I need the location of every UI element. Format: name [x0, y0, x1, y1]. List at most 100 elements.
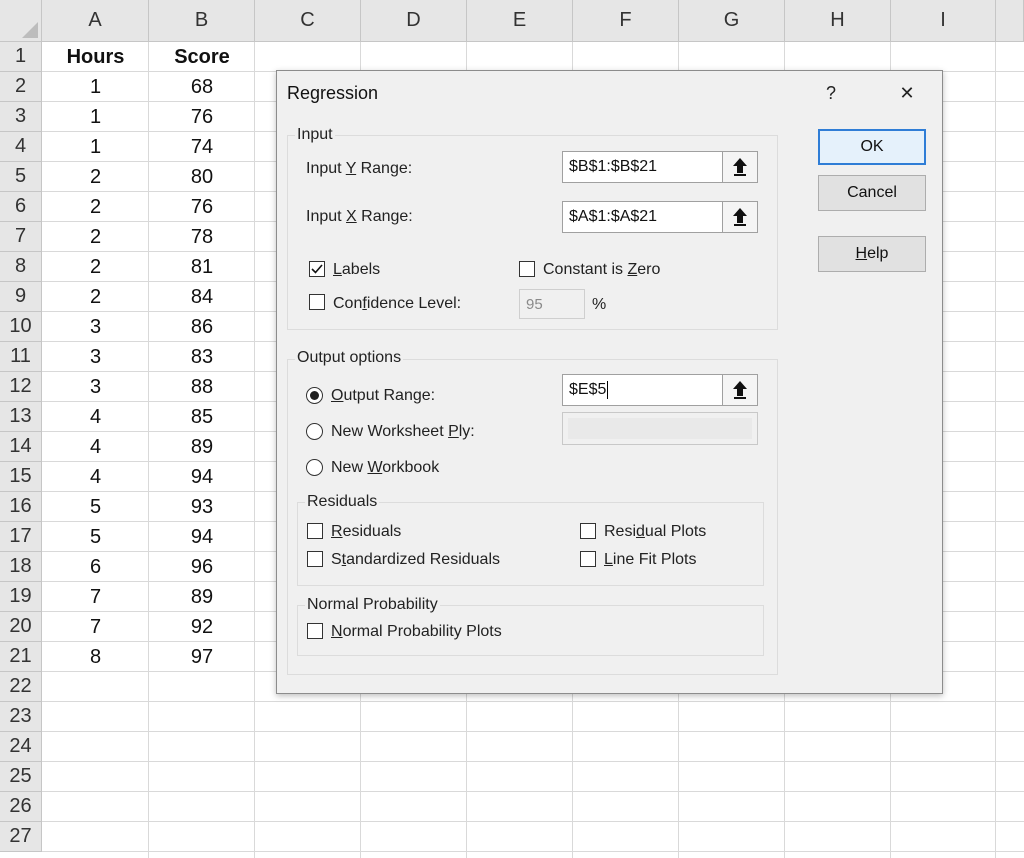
cell-b14[interactable]: 89	[149, 432, 255, 462]
collapse-arrow-icon[interactable]	[722, 202, 757, 232]
residuals-checkbox[interactable]	[307, 523, 323, 539]
row-header-26[interactable]: 26	[0, 792, 42, 822]
cell-b18[interactable]: 96	[149, 552, 255, 582]
column-header-d[interactable]: D	[361, 0, 467, 42]
cell-b10[interactable]: 86	[149, 312, 255, 342]
cell-a14[interactable]: 4	[42, 432, 149, 462]
column-header-g[interactable]: G	[679, 0, 785, 42]
cell-b13[interactable]: 85	[149, 402, 255, 432]
constant-zero-checkbox[interactable]	[519, 261, 535, 277]
cell-b15[interactable]: 94	[149, 462, 255, 492]
cell-a18[interactable]: 6	[42, 552, 149, 582]
row-header-25[interactable]: 25	[0, 762, 42, 792]
output-range-radio[interactable]	[306, 387, 323, 404]
row-header-19[interactable]: 19	[0, 582, 42, 612]
help-button[interactable]: Help	[818, 236, 926, 272]
cell-a16[interactable]: 5	[42, 492, 149, 522]
cell-a9[interactable]: 2	[42, 282, 149, 312]
cell-a19[interactable]: 7	[42, 582, 149, 612]
cell-a10[interactable]: 3	[42, 312, 149, 342]
input-y-range-value[interactable]: $B$1:$B$21	[563, 152, 722, 182]
cell-a11[interactable]: 3	[42, 342, 149, 372]
cell-a1[interactable]: Hours	[42, 42, 149, 72]
cell-a21[interactable]: 8	[42, 642, 149, 672]
row-header-17[interactable]: 17	[0, 522, 42, 552]
row-header-24[interactable]: 24	[0, 732, 42, 762]
cell-a2[interactable]: 1	[42, 72, 149, 102]
labels-checkbox[interactable]	[309, 261, 325, 277]
cell-a6[interactable]: 2	[42, 192, 149, 222]
row-header-13[interactable]: 13	[0, 402, 42, 432]
collapse-arrow-icon[interactable]	[722, 152, 757, 182]
row-header-8[interactable]: 8	[0, 252, 42, 282]
row-header-23[interactable]: 23	[0, 702, 42, 732]
ok-button[interactable]: OK	[818, 129, 926, 165]
row-header-5[interactable]: 5	[0, 162, 42, 192]
cell-a17[interactable]: 5	[42, 522, 149, 552]
input-x-range-value[interactable]: $A$1:$A$21	[563, 202, 722, 232]
row-header-22[interactable]: 22	[0, 672, 42, 702]
row-header-10[interactable]: 10	[0, 312, 42, 342]
cell-a20[interactable]: 7	[42, 612, 149, 642]
row-header-11[interactable]: 11	[0, 342, 42, 372]
cell-a12[interactable]: 3	[42, 372, 149, 402]
row-header-18[interactable]: 18	[0, 552, 42, 582]
select-all-corner[interactable]	[0, 0, 42, 42]
output-range-field[interactable]: $E$5	[562, 374, 758, 406]
row-header-3[interactable]: 3	[0, 102, 42, 132]
column-header-overflow[interactable]	[996, 0, 1024, 42]
collapse-arrow-icon[interactable]	[722, 375, 757, 405]
input-y-range-field[interactable]: $B$1:$B$21	[562, 151, 758, 183]
cell-b6[interactable]: 76	[149, 192, 255, 222]
cell-a3[interactable]: 1	[42, 102, 149, 132]
new-worksheet-ply-input[interactable]	[562, 412, 758, 445]
confidence-level-checkbox[interactable]	[309, 294, 325, 310]
cell-a4[interactable]: 1	[42, 132, 149, 162]
cell-a8[interactable]: 2	[42, 252, 149, 282]
row-header-27[interactable]: 27	[0, 822, 42, 852]
column-header-e[interactable]: E	[467, 0, 573, 42]
column-header-i[interactable]: I	[891, 0, 996, 42]
cell-b2[interactable]: 68	[149, 72, 255, 102]
cell-b19[interactable]: 89	[149, 582, 255, 612]
cell-b9[interactable]: 84	[149, 282, 255, 312]
row-header-14[interactable]: 14	[0, 432, 42, 462]
row-header-21[interactable]: 21	[0, 642, 42, 672]
output-range-value[interactable]: $E$5	[563, 375, 722, 405]
cell-b12[interactable]: 88	[149, 372, 255, 402]
column-header-a[interactable]: A	[42, 0, 149, 42]
cell-b20[interactable]: 92	[149, 612, 255, 642]
normal-probability-plots-checkbox[interactable]	[307, 623, 323, 639]
line-fit-plots-checkbox[interactable]	[580, 551, 596, 567]
cell-b4[interactable]: 74	[149, 132, 255, 162]
row-header-1[interactable]: 1	[0, 42, 42, 72]
cell-b7[interactable]: 78	[149, 222, 255, 252]
standardized-residuals-checkbox[interactable]	[307, 551, 323, 567]
row-header-9[interactable]: 9	[0, 282, 42, 312]
column-header-h[interactable]: H	[785, 0, 891, 42]
confidence-level-input[interactable]: 95	[519, 289, 585, 319]
row-header-12[interactable]: 12	[0, 372, 42, 402]
cell-b8[interactable]: 81	[149, 252, 255, 282]
column-header-b[interactable]: B	[149, 0, 255, 42]
cell-b3[interactable]: 76	[149, 102, 255, 132]
cell-b1[interactable]: Score	[149, 42, 255, 72]
column-header-c[interactable]: C	[255, 0, 361, 42]
row-header-7[interactable]: 7	[0, 222, 42, 252]
cell-b5[interactable]: 80	[149, 162, 255, 192]
new-workbook-radio[interactable]	[306, 459, 323, 476]
cell-a13[interactable]: 4	[42, 402, 149, 432]
row-header-4[interactable]: 4	[0, 132, 42, 162]
row-header-6[interactable]: 6	[0, 192, 42, 222]
residual-plots-checkbox[interactable]	[580, 523, 596, 539]
cell-a5[interactable]: 2	[42, 162, 149, 192]
cancel-button[interactable]: Cancel	[818, 175, 926, 211]
input-x-range-field[interactable]: $A$1:$A$21	[562, 201, 758, 233]
row-header-20[interactable]: 20	[0, 612, 42, 642]
cell-a7[interactable]: 2	[42, 222, 149, 252]
row-header-15[interactable]: 15	[0, 462, 42, 492]
row-header-2[interactable]: 2	[0, 72, 42, 102]
column-header-f[interactable]: F	[573, 0, 679, 42]
row-header-16[interactable]: 16	[0, 492, 42, 522]
new-worksheet-ply-radio[interactable]	[306, 423, 323, 440]
